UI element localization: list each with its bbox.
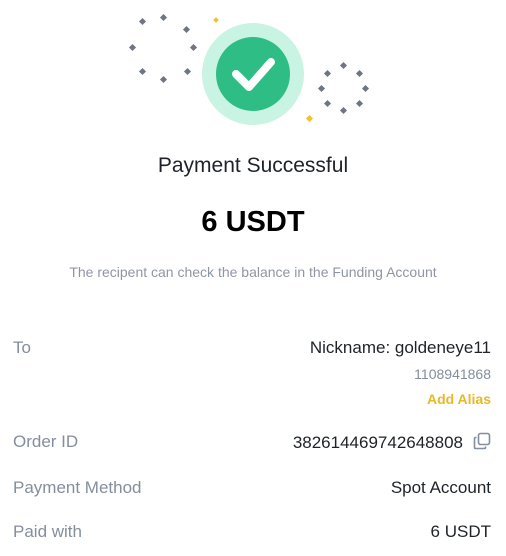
confetti-dots-left: [128, 13, 198, 84]
success-circle: [216, 37, 290, 111]
recipient-uid: 1108941868: [414, 366, 491, 382]
to-label: To: [13, 338, 31, 357]
success-illustration: [0, 0, 506, 140]
confetti-dots-right: [317, 61, 370, 115]
paid-with-value: 6 USDT: [430, 522, 491, 541]
payment-method-value: Spot Account: [390, 478, 491, 497]
payment-status-title: Payment Successful: [157, 154, 349, 177]
order-id-label: Order ID: [13, 432, 79, 451]
recipient-nickname: Nickname: goldeneye11: [309, 338, 491, 357]
payment-amount: 6 USDT: [201, 206, 305, 238]
copy-icon[interactable]: [473, 432, 491, 455]
balance-note: The recipent can check the balance in th…: [69, 264, 437, 280]
paid-with-label: Paid with: [13, 522, 82, 541]
add-alias-link[interactable]: Add Alias: [427, 391, 491, 407]
order-id-value-wrap: 382614469742648808: [293, 432, 491, 455]
order-id-value: 382614469742648808: [292, 432, 463, 452]
payment-method-label: Payment Method: [13, 478, 142, 497]
